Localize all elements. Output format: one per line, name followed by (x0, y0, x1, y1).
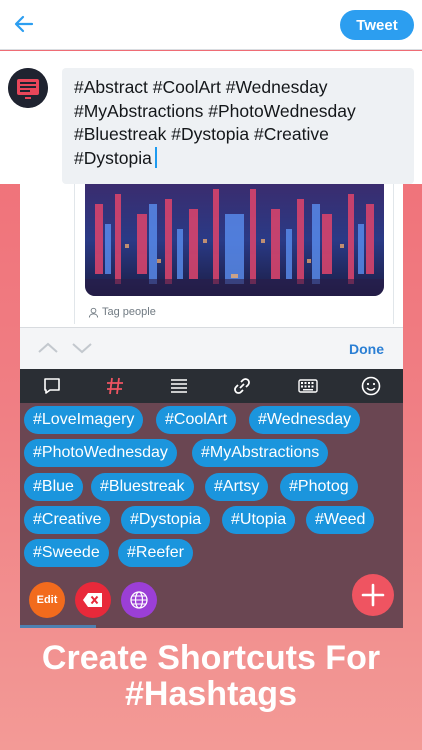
tweet-text-line-3: #Bluestreak #Dystopia #Creative (74, 124, 329, 144)
scroll-indicator (20, 625, 96, 628)
hashtag-chip[interactable]: #PhotoWednesday (24, 439, 177, 467)
app-logo-icon (8, 68, 48, 108)
tweet-text-line-4: #Dystopia (74, 146, 402, 171)
hashtag-chip[interactable]: #Photog (280, 473, 358, 501)
hashtag-panel: #LoveImagery #CoolArt #Wednesday #PhotoW… (20, 403, 403, 628)
marketing-caption: Create Shortcuts For #Hashtags (0, 640, 422, 712)
keyboard-tab-bar (20, 369, 403, 403)
tweet-button[interactable]: Tweet (340, 10, 414, 40)
hashtag-icon[interactable] (104, 375, 126, 397)
plus-icon (361, 583, 385, 607)
hashtag-chip[interactable]: #Dystopia (121, 506, 211, 534)
tag-people-label: Tag people (102, 306, 156, 318)
avatar[interactable] (8, 68, 48, 108)
edit-button[interactable]: Edit (29, 582, 65, 618)
hashtag-chip[interactable]: #Utopia (222, 506, 296, 534)
list-icon[interactable] (168, 375, 190, 397)
hashtag-chip[interactable]: #Bluestreak (91, 473, 194, 501)
tweet-text-field[interactable]: #Abstract #CoolArt #Wednesday #MyAbstrac… (62, 68, 414, 184)
hashtag-chip[interactable]: #Weed (306, 506, 375, 534)
hashtag-chip[interactable]: #Blue (24, 473, 83, 501)
smiley-icon[interactable] (360, 375, 382, 397)
compose-area: #Abstract #CoolArt #Wednesday #MyAbstrac… (0, 51, 422, 184)
hashtag-chip[interactable]: #MyAbstractions (192, 439, 329, 467)
done-button[interactable]: Done (349, 341, 384, 357)
chevron-up-icon[interactable] (37, 340, 59, 356)
tag-people-link[interactable]: Tag people (88, 306, 156, 318)
tweet-photo[interactable] (85, 184, 384, 296)
speech-bubble-icon[interactable] (41, 375, 63, 397)
tweet-card: Tag people (74, 184, 394, 324)
person-icon (88, 307, 99, 318)
hashtag-chip[interactable]: #Wednesday (249, 406, 361, 434)
delete-button[interactable] (75, 582, 111, 618)
abstract-city-image (85, 184, 384, 296)
hashtag-chip[interactable]: #LoveImagery (24, 406, 144, 434)
tweet-text-line-1: #Abstract #CoolArt #Wednesday (74, 77, 328, 97)
caption-line-2: #Hashtags (125, 675, 297, 713)
globe-button[interactable] (121, 582, 157, 618)
caption-line-1: Create Shortcuts For (41, 639, 381, 677)
delete-backspace-icon (83, 593, 102, 607)
tweet-text-line-2: #MyAbstractions #PhotoWednesday (74, 100, 356, 121)
hashtag-chip[interactable]: #Creative (24, 506, 111, 534)
top-bar: Tweet (0, 0, 422, 50)
link-icon[interactable] (231, 375, 253, 397)
keyboard-icon[interactable] (297, 375, 319, 397)
add-hashtag-button[interactable] (352, 574, 394, 616)
globe-icon (130, 591, 148, 609)
chevron-down-icon[interactable] (71, 340, 93, 356)
hashtag-chip[interactable]: #Artsy (205, 473, 269, 501)
keyboard-accessory-bar: Done (20, 327, 403, 369)
edit-label: Edit (36, 594, 58, 606)
hashtag-chip[interactable]: #Reefer (118, 539, 193, 567)
text-cursor (154, 146, 157, 168)
hashtag-chip[interactable]: #Sweede (24, 539, 109, 567)
hashtag-chip[interactable]: #CoolArt (156, 406, 237, 434)
back-arrow-icon[interactable] (12, 12, 36, 36)
phone-mockup: Tag people Done #LoveImagery #CoolArt #W… (20, 184, 403, 628)
